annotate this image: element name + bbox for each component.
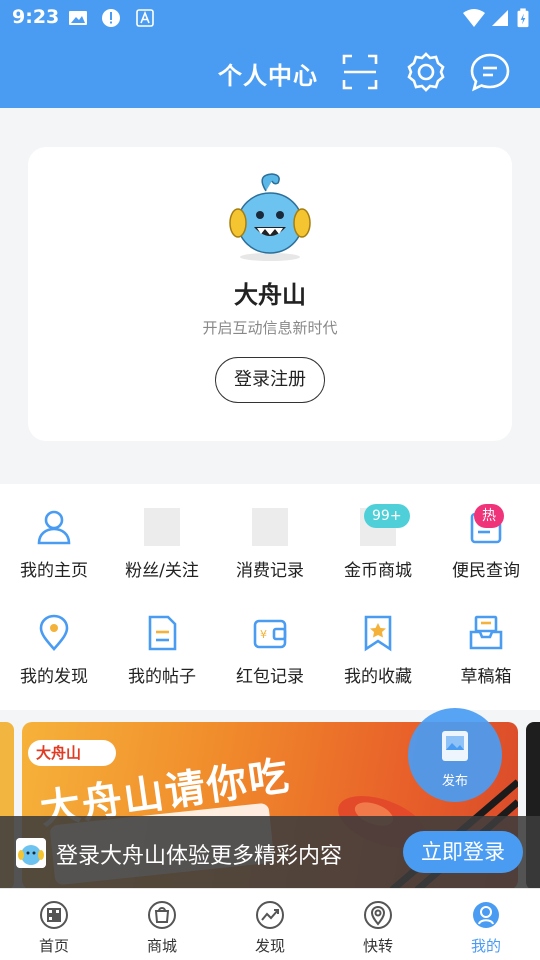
login-prompt-message: 登录大舟山体验更多精彩内容 xyxy=(56,844,343,869)
message-icon xyxy=(470,53,510,92)
menu-coin-mall[interactable]: 99+ 金币商城 xyxy=(324,484,432,584)
tab-label: 首页 xyxy=(38,937,69,955)
mascot-avatar xyxy=(229,173,311,261)
messages-button[interactable] xyxy=(468,50,512,94)
svg-text:¥: ¥ xyxy=(260,628,267,641)
home-icon xyxy=(40,901,68,929)
publish-label: 发布 xyxy=(441,774,468,789)
tab-discover[interactable]: 发现 xyxy=(216,889,324,960)
login-prompt-bar: 登录大舟山体验更多精彩内容 立即登录 xyxy=(0,816,540,888)
tab-mine[interactable]: 我的 xyxy=(432,889,540,960)
menu-label: 我的收藏 xyxy=(344,667,412,687)
menu-fans-follow[interactable]: 粉丝/关注 xyxy=(108,484,216,584)
shopping-bag-icon xyxy=(148,901,176,929)
profile-icon xyxy=(473,902,499,928)
tab-mall[interactable]: 商城 xyxy=(108,889,216,960)
gear-icon xyxy=(407,52,445,92)
login-register-button[interactable]: 登录注册 xyxy=(215,357,325,403)
image-icon xyxy=(69,11,87,25)
trend-icon xyxy=(256,901,284,929)
scan-button[interactable] xyxy=(338,50,382,94)
tab-quick-share[interactable]: 快转 xyxy=(324,889,432,960)
pin-icon xyxy=(364,901,392,929)
battery-icon xyxy=(517,8,529,28)
settings-button[interactable] xyxy=(404,50,448,94)
user-icon xyxy=(37,510,71,545)
document-icon xyxy=(148,615,177,651)
menu-label: 金币商城 xyxy=(344,561,412,581)
signal-icon xyxy=(492,10,508,26)
inbox-tray-icon xyxy=(469,615,503,650)
menu-label: 我的帖子 xyxy=(128,667,196,687)
menu-my-favorites[interactable]: 我的收藏 xyxy=(324,590,432,690)
hot-badge: 热 xyxy=(474,504,504,528)
tab-label: 商城 xyxy=(146,937,177,955)
tab-label: 我的 xyxy=(470,937,501,955)
page-title: 个人中心 xyxy=(218,62,318,90)
app-header: 个人中心 xyxy=(0,36,540,108)
font-icon xyxy=(136,9,154,27)
menu-my-homepage[interactable]: 我的主页 xyxy=(0,484,108,584)
menu-label: 我的主页 xyxy=(20,561,88,581)
image-post-icon xyxy=(442,731,468,761)
status-time: 9:23 xyxy=(12,6,60,28)
menu-label: 粉丝/关注 xyxy=(125,561,199,581)
menu-red-packet-records[interactable]: ¥ 红包记录 xyxy=(216,590,324,690)
bookmark-star-icon xyxy=(364,615,392,652)
alert-icon xyxy=(102,9,120,27)
login-now-button[interactable]: 立即登录 xyxy=(403,831,523,873)
menu-label: 草稿箱 xyxy=(460,667,512,687)
menu-my-discoveries[interactable]: 我的发现 xyxy=(0,590,108,690)
app-logo-icon xyxy=(16,838,46,868)
placeholder-icon xyxy=(144,508,180,546)
tab-label: 快转 xyxy=(362,937,393,955)
app-name: 大舟山 xyxy=(234,281,306,309)
tab-home[interactable]: 首页 xyxy=(0,889,108,960)
wallet-icon: ¥ xyxy=(253,619,287,649)
publish-button[interactable]: 发布 xyxy=(408,708,502,802)
menu-consumption-records[interactable]: 消费记录 xyxy=(216,484,324,584)
menu-my-posts[interactable]: 我的帖子 xyxy=(108,590,216,690)
menu-label: 我的发现 xyxy=(20,667,88,687)
menu-drafts[interactable]: 草稿箱 xyxy=(432,590,540,690)
menu-label: 红包记录 xyxy=(236,667,304,687)
feature-menu: 我的主页 粉丝/关注 消费记录 99+ 金币商城 热 便民查询 我的发现 我的帖… xyxy=(0,484,540,710)
profile-card: 大舟山 开启互动信息新时代 登录注册 xyxy=(28,147,512,441)
tab-label: 发现 xyxy=(254,937,285,955)
menu-convenience-query[interactable]: 热 便民查询 xyxy=(432,484,540,584)
status-bar: 9:23 xyxy=(0,0,540,36)
wifi-icon xyxy=(463,9,485,27)
menu-label: 消费记录 xyxy=(236,561,304,581)
placeholder-icon xyxy=(252,508,288,546)
bottom-tab-bar: 首页 商城 发现 快转 我的 xyxy=(0,888,540,960)
slogan: 开启互动信息新时代 xyxy=(202,319,338,337)
menu-label: 便民查询 xyxy=(452,561,520,581)
banner-logo: 大舟山 xyxy=(28,740,116,766)
scan-icon xyxy=(342,54,378,90)
location-pin-icon xyxy=(39,614,69,651)
count-badge: 99+ xyxy=(364,504,410,528)
